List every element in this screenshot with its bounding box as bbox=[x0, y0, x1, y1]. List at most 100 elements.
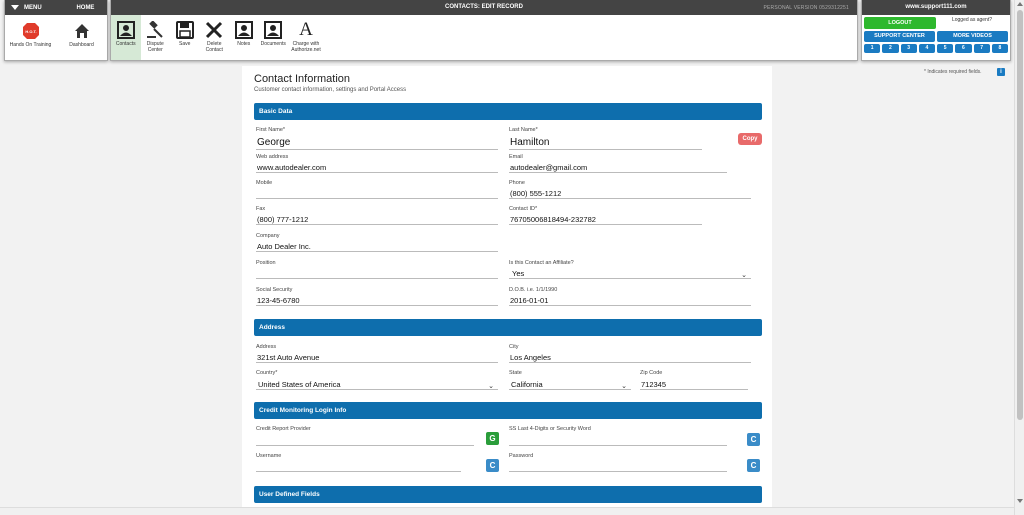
ssn-field[interactable]: 123-45-6780 bbox=[256, 295, 498, 306]
contact-form: Contact Information Customer contact inf… bbox=[242, 66, 772, 515]
more-videos-button[interactable]: MORE VIDEOS bbox=[937, 31, 1008, 42]
documents-label: Documents bbox=[260, 41, 286, 47]
notes-button[interactable]: Notes bbox=[229, 15, 259, 60]
video-1-button[interactable]: 1 bbox=[864, 44, 881, 53]
username-c-button[interactable]: C bbox=[486, 459, 499, 472]
charge-authorize-label: Charge with Authorize.net bbox=[291, 41, 321, 53]
section-basic-data[interactable]: Basic Data bbox=[254, 103, 762, 120]
save-label: Save bbox=[179, 41, 191, 47]
city-field[interactable]: Los Angeles bbox=[509, 352, 751, 363]
ss-last4-field[interactable] bbox=[509, 435, 727, 446]
contact-id-field[interactable]: 76705006818494-232782 bbox=[509, 214, 702, 225]
video-4-button[interactable]: 4 bbox=[918, 44, 935, 53]
notes-icon bbox=[234, 20, 253, 40]
info-icon[interactable]: i bbox=[997, 68, 1005, 76]
country-label: Country* bbox=[256, 370, 278, 376]
copy-button[interactable]: Copy bbox=[738, 133, 762, 145]
delete-contact-button[interactable]: Delete Contact bbox=[200, 15, 230, 60]
menu-triangle-icon bbox=[11, 5, 19, 10]
support-site-link[interactable]: www.support111.com bbox=[862, 0, 1010, 15]
credit-provider-g-button[interactable]: G bbox=[486, 432, 499, 445]
password-c-button[interactable]: C bbox=[747, 459, 760, 472]
training-badge-text: H.O.T. bbox=[25, 29, 36, 34]
affiliate-label: Is this Contact an Affiliate? bbox=[509, 260, 574, 266]
scroll-down-icon[interactable] bbox=[1017, 499, 1023, 503]
last-name-field[interactable]: Hamilton bbox=[509, 136, 702, 150]
username-field[interactable] bbox=[256, 461, 461, 472]
dob-field[interactable]: 2016-01-01 bbox=[509, 295, 751, 306]
section-credit-monitoring[interactable]: Credit Monitoring Login Info bbox=[254, 402, 762, 419]
ss-last4-c-button[interactable]: C bbox=[747, 433, 760, 446]
contact-card-icon bbox=[116, 20, 135, 40]
menu-toggle[interactable]: MENU bbox=[5, 5, 64, 11]
zip-field[interactable]: 712345 bbox=[640, 379, 748, 390]
city-label: City bbox=[509, 344, 519, 350]
address-field[interactable]: 321st Auto Avenue bbox=[256, 352, 498, 363]
phone-field[interactable]: (800) 555-1212 bbox=[509, 188, 751, 199]
contacts-button[interactable]: Contacts bbox=[111, 15, 141, 60]
scroll-up-icon[interactable] bbox=[1017, 2, 1023, 6]
video-7-button[interactable]: 7 bbox=[973, 44, 990, 53]
charge-authorize-button[interactable]: A Charge with Authorize.net bbox=[288, 15, 324, 60]
mobile-field[interactable] bbox=[256, 188, 498, 199]
video-3-button[interactable]: 3 bbox=[900, 44, 917, 53]
email-label: Email bbox=[509, 154, 523, 160]
fax-field[interactable]: (800) 777-1212 bbox=[256, 214, 498, 225]
ssn-label: Social Security bbox=[256, 287, 293, 293]
delete-x-icon bbox=[205, 20, 223, 40]
section-address[interactable]: Address bbox=[254, 319, 762, 336]
documents-icon bbox=[264, 20, 283, 40]
version-label: PERSONAL VERSION 0529312251 bbox=[763, 5, 849, 11]
video-8-button[interactable]: 8 bbox=[991, 44, 1008, 53]
dashboard-button[interactable]: Dashboard bbox=[56, 15, 107, 48]
logged-as-agent-link[interactable]: Logged as agent? bbox=[936, 17, 1008, 29]
country-select[interactable]: United States of America ⌄ bbox=[256, 379, 498, 390]
email-field[interactable]: autodealer@gmail.com bbox=[509, 162, 727, 173]
position-field[interactable] bbox=[256, 268, 498, 279]
support-center-button[interactable]: SUPPORT CENTER bbox=[864, 31, 935, 42]
zip-label: Zip Code bbox=[640, 370, 663, 376]
ss-last4-label: SS Last 4-Digits or Security Word bbox=[509, 426, 591, 432]
vertical-scrollbar[interactable] bbox=[1014, 0, 1024, 515]
home-icon bbox=[74, 22, 90, 40]
state-select[interactable]: California ⌄ bbox=[509, 379, 631, 390]
support-panel: www.support111.com LOGOUT Logged as agen… bbox=[861, 0, 1011, 61]
fax-label: Fax bbox=[256, 206, 266, 212]
dispute-center-label: Dispute Center bbox=[146, 41, 164, 53]
first-name-field[interactable]: George bbox=[256, 136, 498, 150]
horizontal-scrollbar[interactable] bbox=[0, 507, 1014, 515]
page-title: Contact Information bbox=[254, 73, 350, 85]
first-name-label: First Name* bbox=[256, 127, 286, 133]
hands-on-training-button[interactable]: H.O.T. Hands On Training bbox=[5, 15, 56, 48]
section-user-defined[interactable]: User Defined Fields bbox=[254, 486, 762, 503]
video-6-button[interactable]: 6 bbox=[955, 44, 972, 53]
position-label: Position bbox=[256, 260, 276, 266]
affiliate-select[interactable]: Yes ⌄ bbox=[509, 268, 751, 279]
menu-panel: MENU HOME H.O.T. Hands On Training Dashb… bbox=[4, 0, 108, 61]
logout-button[interactable]: LOGOUT bbox=[864, 17, 936, 29]
scrollbar-thumb[interactable] bbox=[1017, 10, 1023, 420]
menu-bar: MENU HOME bbox=[5, 0, 107, 15]
credit-provider-label: Credit Report Provider bbox=[256, 426, 311, 432]
video-2-button[interactable]: 2 bbox=[882, 44, 899, 53]
affiliate-value: Yes bbox=[512, 269, 525, 278]
phone-label: Phone bbox=[509, 180, 525, 186]
delete-contact-label: Delete Contact bbox=[205, 41, 223, 53]
web-address-field[interactable]: www.autodealer.com bbox=[256, 162, 498, 173]
address-label: Address bbox=[256, 344, 277, 350]
password-field[interactable] bbox=[509, 461, 727, 472]
home-link[interactable]: HOME bbox=[64, 5, 107, 11]
authorize-net-glyph: A bbox=[299, 19, 313, 41]
video-5-button[interactable]: 5 bbox=[937, 44, 954, 53]
chevron-down-icon: ⌄ bbox=[621, 383, 627, 390]
contact-id-label: Contact ID* bbox=[509, 206, 538, 212]
state-value: California bbox=[511, 380, 543, 389]
documents-button[interactable]: Documents bbox=[259, 15, 289, 60]
page-subtitle: Customer contact information, settings a… bbox=[254, 87, 407, 93]
save-icon bbox=[175, 20, 194, 40]
dispute-center-button[interactable]: Dispute Center bbox=[141, 15, 171, 60]
credit-provider-field[interactable] bbox=[256, 435, 474, 446]
company-label: Company bbox=[256, 233, 280, 239]
save-button[interactable]: Save bbox=[170, 15, 200, 60]
company-field[interactable]: Auto Dealer Inc. bbox=[256, 241, 498, 252]
